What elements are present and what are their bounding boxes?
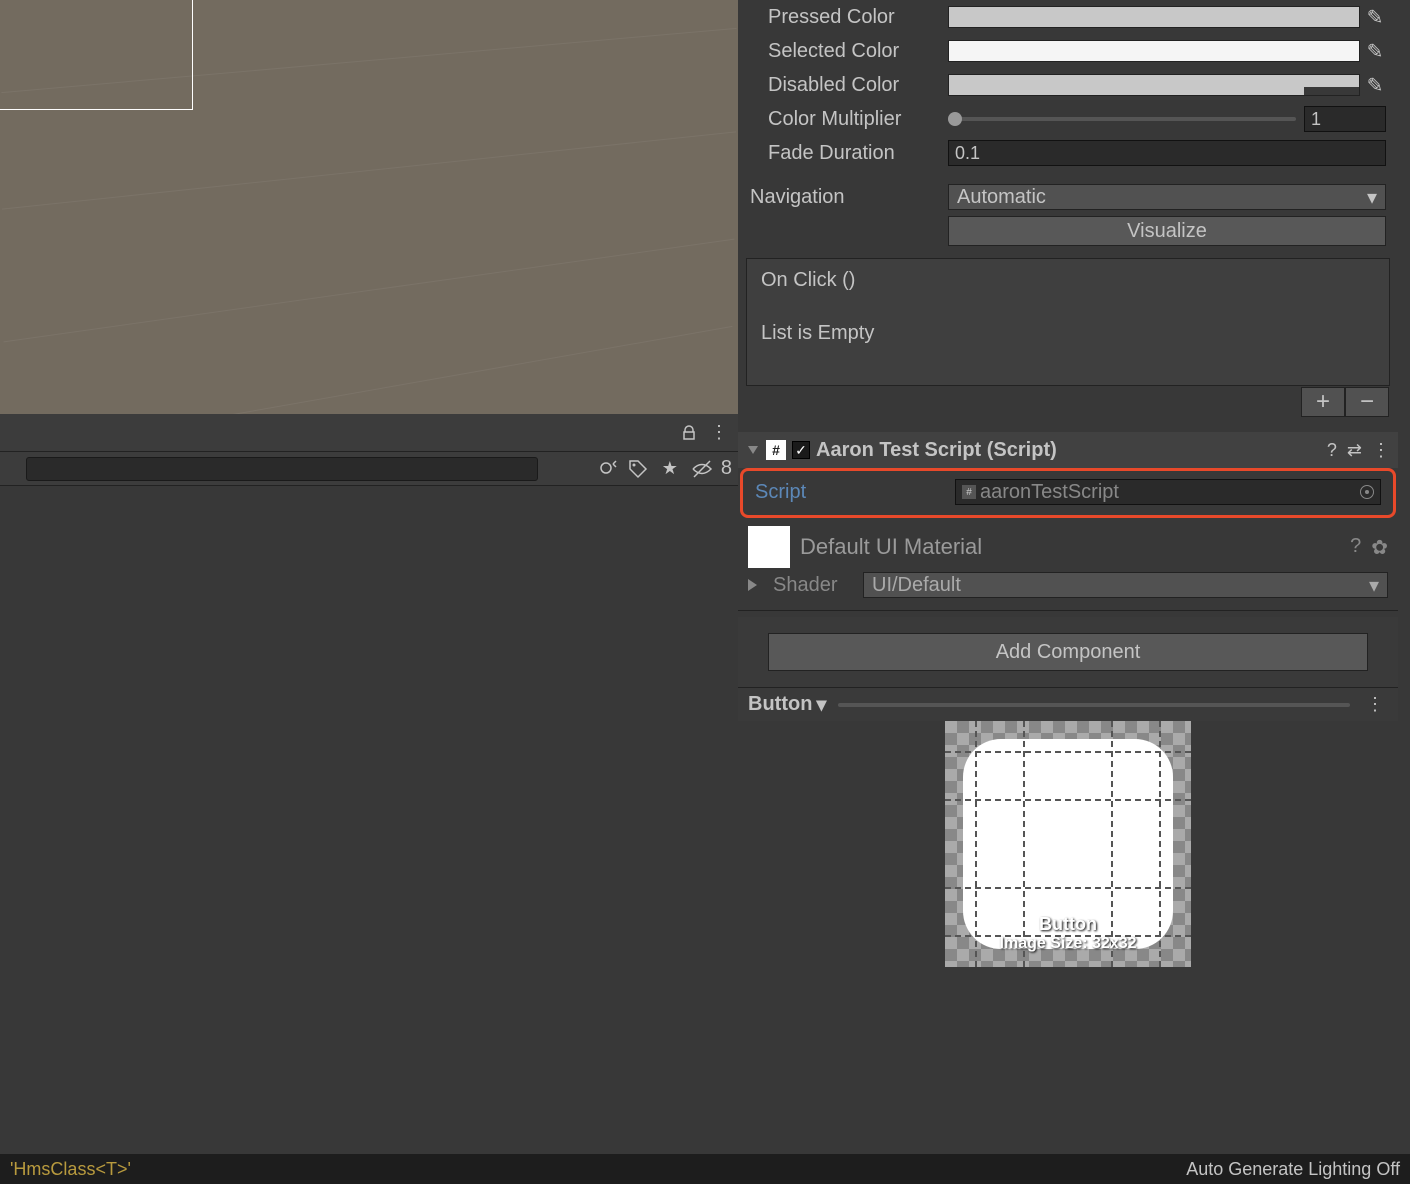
fade-duration-row: Fade Duration bbox=[738, 136, 1398, 170]
preview-image-name: Button bbox=[945, 914, 1191, 935]
visualize-button[interactable]: Visualize bbox=[948, 216, 1386, 246]
preview-divider-slider[interactable] bbox=[838, 703, 1350, 707]
menu-icon[interactable]: ⋮ bbox=[706, 420, 732, 446]
remove-event-button[interactable]: − bbox=[1345, 387, 1389, 417]
preview-label: Button Image Size: 32x32 bbox=[945, 914, 1191, 953]
fade-duration-input[interactable] bbox=[948, 140, 1386, 166]
scene-view[interactable] bbox=[0, 0, 738, 414]
foldout-icon[interactable] bbox=[748, 446, 758, 454]
selected-color-row: Selected Color ✎ bbox=[738, 34, 1398, 68]
color-multiplier-slider[interactable] bbox=[948, 117, 1296, 121]
add-component-button[interactable]: Add Component bbox=[768, 633, 1368, 671]
chevron-down-icon: ▾ bbox=[1369, 573, 1379, 598]
script-component-header[interactable]: # ✓ Aaron Test Script (Script) ? ⇄ ⋮ bbox=[738, 432, 1398, 468]
script-hash-icon: # bbox=[962, 485, 976, 499]
component-title: Aaron Test Script (Script) bbox=[816, 439, 1321, 462]
status-lighting[interactable]: Auto Generate Lighting Off bbox=[1186, 1159, 1400, 1180]
grid-line bbox=[2, 131, 736, 209]
shader-value: UI/Default bbox=[872, 574, 961, 597]
inspector-panel: Pressed Color ✎ Selected Color ✎ Disable… bbox=[738, 0, 1398, 1184]
preview-image-size: Image Size: 32x32 bbox=[945, 935, 1191, 953]
preview-title[interactable]: Button ▾ bbox=[748, 692, 826, 717]
grid-line bbox=[6, 326, 733, 414]
sprite-guide bbox=[945, 887, 1191, 889]
menu-icon[interactable]: ⋮ bbox=[1372, 440, 1390, 461]
eyedropper-icon[interactable]: ✎ bbox=[1364, 40, 1386, 62]
preview-area: Button Image Size: 32x32 bbox=[738, 721, 1398, 1184]
sprite-guide bbox=[945, 751, 1191, 753]
preview-checker: Button Image Size: 32x32 bbox=[945, 721, 1191, 967]
status-bar: 'HmsClass<T>' Auto Generate Lighting Off bbox=[0, 1154, 1410, 1184]
scene-gizmo-box bbox=[0, 0, 193, 110]
disabled-color-swatch[interactable] bbox=[948, 74, 1360, 96]
component-enabled-checkbox[interactable]: ✓ bbox=[792, 441, 810, 459]
fade-duration-label: Fade Duration bbox=[768, 142, 948, 165]
menu-icon[interactable]: ⋮ bbox=[1362, 692, 1388, 718]
script-file-icon: # bbox=[766, 440, 786, 460]
eyedropper-icon[interactable]: ✎ bbox=[1364, 6, 1386, 28]
preview-title-text: Button bbox=[748, 693, 812, 716]
scrollbar-gutter[interactable] bbox=[1398, 0, 1410, 1184]
status-error[interactable]: 'HmsClass<T>' bbox=[10, 1159, 131, 1180]
chevron-down-icon: ▾ bbox=[1367, 185, 1377, 210]
filter-label-icon[interactable] bbox=[627, 458, 649, 480]
navigation-dropdown[interactable]: Automatic ▾ bbox=[948, 184, 1386, 210]
help-icon[interactable]: ? bbox=[1327, 440, 1337, 461]
object-picker-icon[interactable] bbox=[1360, 485, 1374, 499]
material-header[interactable]: Default UI Material ? ✿ bbox=[738, 522, 1398, 572]
color-multiplier-row: Color Multiplier bbox=[738, 102, 1398, 136]
grid-line bbox=[4, 239, 735, 343]
slider-thumb[interactable] bbox=[948, 112, 962, 126]
preview-header: Button ▾ ⋮ bbox=[738, 687, 1398, 721]
onclick-event-box: On Click () List is Empty + − bbox=[746, 258, 1390, 386]
visualize-row: Visualize bbox=[738, 214, 1398, 248]
eyedropper-icon[interactable]: ✎ bbox=[1364, 74, 1386, 96]
favorite-icon[interactable]: ★ bbox=[657, 456, 683, 482]
preset-icon[interactable]: ⇄ bbox=[1347, 440, 1362, 461]
shader-row: Shader UI/Default ▾ bbox=[738, 572, 1398, 604]
disabled-color-label: Disabled Color bbox=[768, 74, 948, 97]
material-title: Default UI Material bbox=[800, 534, 1340, 560]
panel-toolbar: ⋮ bbox=[0, 414, 738, 452]
chevron-down-icon: ▾ bbox=[816, 692, 826, 717]
pressed-color-label: Pressed Color bbox=[768, 6, 948, 29]
selected-color-label: Selected Color bbox=[768, 40, 948, 63]
shader-dropdown[interactable]: UI/Default ▾ bbox=[863, 572, 1388, 598]
filter-type-icon[interactable] bbox=[597, 458, 619, 480]
help-icon[interactable]: ? bbox=[1350, 535, 1361, 560]
sprite-guide bbox=[945, 799, 1191, 801]
navigation-label: Navigation bbox=[750, 186, 948, 209]
navigation-value: Automatic bbox=[957, 186, 1046, 209]
selected-color-swatch[interactable] bbox=[948, 40, 1360, 62]
shader-label: Shader bbox=[773, 574, 853, 597]
hidden-count: 8 bbox=[721, 457, 732, 480]
onclick-title: On Click () bbox=[761, 269, 1375, 292]
pressed-color-row: Pressed Color ✎ bbox=[738, 0, 1398, 34]
play-icon[interactable] bbox=[748, 579, 757, 591]
script-label: Script bbox=[755, 481, 955, 504]
script-value: aaronTestScript bbox=[980, 481, 1119, 504]
hidden-icon[interactable] bbox=[691, 458, 713, 480]
lock-icon[interactable] bbox=[680, 424, 698, 442]
pressed-color-swatch[interactable] bbox=[948, 6, 1360, 28]
material-thumbnail bbox=[748, 526, 790, 568]
color-multiplier-label: Color Multiplier bbox=[768, 108, 948, 131]
add-event-button[interactable]: + bbox=[1301, 387, 1345, 417]
search-input[interactable] bbox=[26, 457, 538, 481]
project-search-bar: 🔍 ★ 8 bbox=[0, 452, 738, 486]
onclick-empty-text: List is Empty bbox=[761, 322, 1375, 345]
gear-icon[interactable]: ✿ bbox=[1371, 535, 1388, 560]
divider bbox=[738, 610, 1398, 611]
disabled-color-row: Disabled Color ✎ bbox=[738, 68, 1398, 102]
highlighted-script-row: Script # aaronTestScript bbox=[740, 468, 1396, 518]
script-object-field[interactable]: # aaronTestScript bbox=[955, 479, 1381, 505]
color-multiplier-input[interactable] bbox=[1304, 106, 1386, 132]
navigation-row: Navigation Automatic ▾ bbox=[738, 180, 1398, 214]
project-view[interactable] bbox=[0, 486, 738, 1184]
